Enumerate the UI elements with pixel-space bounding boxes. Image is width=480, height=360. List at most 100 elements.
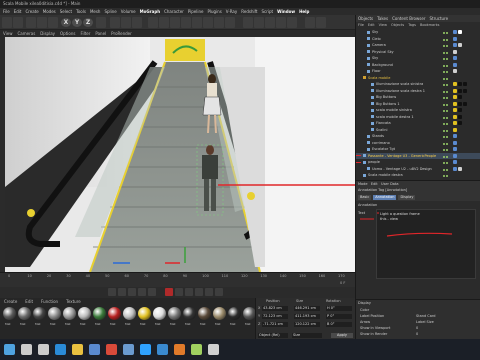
object-row[interactable]: people [356, 159, 480, 165]
material-swatch[interactable] [153, 307, 166, 320]
tag-icon[interactable] [453, 95, 457, 99]
object-tab-structure[interactable]: Structure [429, 16, 448, 21]
material-swatch[interactable] [63, 307, 76, 320]
object-row[interactable]: Background [356, 62, 480, 68]
visibility-dots-icon[interactable] [443, 56, 451, 60]
photoshop-icon[interactable] [140, 344, 151, 355]
tag-icon[interactable] [458, 114, 462, 119]
material-swatch[interactable] [108, 307, 121, 320]
timeline-ruler[interactable]: 0 10 20 30 40 50 60 70 80 90 100 110 120 130 140 150 160… [0, 272, 355, 287]
tag-icon[interactable] [458, 108, 462, 112]
viewport-menu-cameras[interactable]: Cameras [18, 31, 36, 36]
tag-icon[interactable] [453, 30, 457, 34]
menu-v-ray[interactable]: V-Ray [226, 9, 237, 14]
tag-icon[interactable] [453, 88, 457, 93]
coord-size-field[interactable]: 120.122 cm [294, 322, 320, 327]
object-row[interactable]: Escalator Tgt [356, 146, 480, 152]
visibility-dots-icon[interactable] [443, 43, 451, 47]
rotate-tool-icon[interactable] [48, 17, 58, 28]
material-swatch[interactable] [33, 307, 46, 320]
visibility-dots-icon[interactable] [443, 167, 451, 171]
attribute-tab-annotation[interactable]: Annotation [373, 195, 397, 200]
coord-size-field[interactable]: 446.291 cm [294, 306, 320, 311]
visibility-dots-icon[interactable] [443, 76, 451, 80]
object-row[interactable]: Sky [356, 29, 480, 35]
visibility-dots-icon[interactable] [443, 102, 451, 106]
material-menu-edit[interactable]: Edit [25, 299, 33, 304]
y-axis-toggle[interactable]: Y [72, 18, 82, 27]
menu-script[interactable]: Script [262, 9, 274, 14]
object-menu-edit[interactable]: Edit [368, 23, 375, 27]
polygons-mode-icon[interactable] [287, 17, 297, 28]
workplane-icon[interactable] [316, 17, 326, 28]
menu-tools[interactable]: Tools [76, 9, 86, 14]
windows-icon[interactable] [4, 344, 15, 355]
material-swatch[interactable] [198, 307, 211, 320]
object-row[interactable]: Big Buttons 1 [356, 101, 480, 107]
render-region-icon[interactable] [110, 17, 120, 28]
cube-icon[interactable] [148, 17, 158, 28]
material-swatch[interactable] [3, 307, 16, 320]
object-row[interactable]: Floor [356, 68, 480, 74]
tag-icon[interactable] [453, 147, 457, 151]
coord-rot-field[interactable]: P 0° [326, 314, 352, 319]
visibility-dots-icon[interactable] [443, 89, 451, 93]
object-list[interactable]: Sky Cielo Camera Physical Sky Sky Background F… [356, 28, 480, 180]
move-tool-icon[interactable] [26, 17, 36, 28]
material-swatch[interactable] [183, 307, 196, 320]
object-row[interactable]: Scala mobile destra [356, 172, 480, 178]
explorer-icon[interactable] [72, 344, 83, 355]
object-tab-objects[interactable]: Objects [358, 16, 373, 21]
visibility-dots-icon[interactable] [443, 134, 451, 138]
object-row[interactable]: Physical Sky [356, 49, 480, 55]
x-axis-toggle[interactable]: X [61, 18, 71, 27]
tag-icon[interactable] [463, 101, 467, 106]
light-icon[interactable] [225, 17, 235, 28]
attr-menu-mode[interactable]: Mode [358, 182, 368, 186]
play-icon[interactable] [128, 288, 136, 296]
visibility-dots-icon[interactable] [443, 121, 451, 125]
viewport-menu-filter[interactable]: Filter [80, 31, 90, 36]
object-row[interactable]: Passante - Ventage U3 - GenericPeople [356, 152, 480, 159]
material-swatch[interactable] [78, 307, 91, 320]
visibility-dots-icon[interactable] [443, 37, 451, 41]
tag-icon[interactable] [453, 36, 457, 41]
keyframe-icon[interactable] [185, 288, 193, 296]
object-row[interactable]: Big Buttons [356, 94, 480, 100]
floor-icon[interactable] [203, 17, 213, 28]
object-row[interactable]: Scalini [356, 127, 480, 133]
material-menu-function[interactable]: Function [41, 299, 58, 304]
attribute-tab-basic[interactable]: Basic [358, 195, 372, 200]
menu-mograph[interactable]: MoGraph [140, 9, 160, 14]
object-menu-view[interactable]: View [379, 23, 387, 27]
attribute-tab-display[interactable]: Display [398, 195, 416, 200]
texture-mode-icon[interactable] [254, 17, 264, 28]
model-mode-icon[interactable] [243, 17, 253, 28]
viewport-menu-panel[interactable]: Panel [95, 31, 106, 36]
display-row-value[interactable]: 0 [416, 326, 418, 330]
object-row[interactable]: Cielo [356, 36, 480, 42]
menu-select[interactable]: Select [60, 9, 72, 14]
object-row[interactable]: Illuminazione scala sinistra [356, 81, 480, 87]
tag-icon[interactable] [453, 49, 457, 54]
tag-icon[interactable] [453, 134, 457, 138]
visibility-dots-icon[interactable] [443, 173, 451, 177]
material-swatch[interactable] [18, 307, 31, 320]
go-to-end-icon[interactable] [148, 288, 156, 296]
apply-button[interactable]: Apply [331, 333, 353, 338]
tag-icon[interactable] [458, 121, 462, 125]
object-tab-content-browser[interactable]: Content Browser [392, 16, 425, 21]
tag-icon[interactable] [453, 82, 457, 86]
visibility-dots-icon[interactable] [443, 63, 451, 67]
material-swatch[interactable] [48, 307, 61, 320]
coord-pos-field[interactable]: -71.721 cm [262, 322, 288, 327]
coord-pos-field[interactable]: 72.123 cm [262, 314, 288, 319]
object-tab-takes[interactable]: Takes [377, 16, 388, 21]
coord-size-field[interactable]: 411.193 cm [294, 314, 320, 319]
scale-tool-icon[interactable] [37, 17, 47, 28]
coord-pos-field[interactable]: 43.823 cm [262, 306, 288, 311]
annotation-text-field[interactable]: Light a question frame this - view [376, 209, 476, 279]
object-row[interactable]: Stands [356, 133, 480, 139]
tag-icon[interactable] [453, 153, 457, 158]
mail-icon[interactable] [157, 344, 168, 355]
